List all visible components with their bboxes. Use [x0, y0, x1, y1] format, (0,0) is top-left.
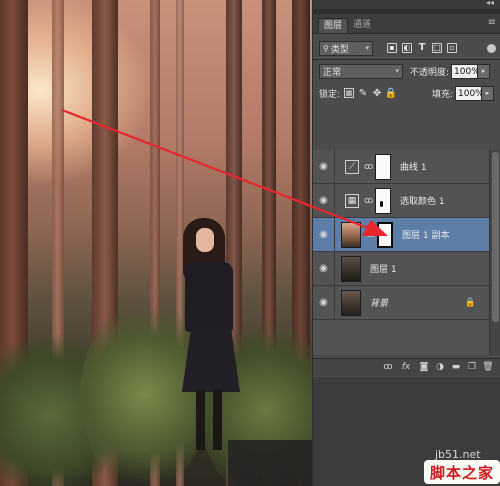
visibility-eye-icon[interactable]: ◉ — [313, 217, 335, 252]
new-layer-icon[interactable]: ❐ — [467, 363, 477, 373]
document-canvas[interactable] — [0, 0, 312, 486]
shape-filter-icon[interactable]: □ — [432, 43, 442, 53]
visibility-eye-icon[interactable]: ◉ — [313, 251, 335, 286]
annotation-arrow — [61, 108, 312, 208]
fill-input[interactable]: 100% — [455, 85, 484, 101]
lock-transparent-icon[interactable]: ▦ — [344, 88, 355, 98]
mask-link-icon[interactable]: ꝏ — [364, 196, 373, 206]
link-layers-icon[interactable]: ꝏ — [383, 363, 393, 373]
layer-row-layer1[interactable]: ◉ 图层 1 — [313, 251, 489, 286]
watermark-shadow — [228, 440, 312, 486]
lock-all-icon[interactable]: 🔒 — [385, 88, 397, 99]
filter-icon-group: ▪ ◐ T □ ▫ — [387, 43, 457, 53]
layer-row-layer1-copy[interactable]: ◉ ꝏ 图层 1 副本 — [313, 217, 489, 252]
collapse-panel-icon[interactable]: ◂◂ — [486, 0, 494, 7]
blend-mode-value: 正常 — [323, 67, 342, 78]
fx-icon[interactable]: fx — [399, 363, 413, 373]
new-group-icon[interactable]: ▬ — [451, 363, 461, 373]
layer-row-curves[interactable]: ◉ ⟋ ꝏ 曲线 1 — [313, 149, 489, 184]
mask-link-icon[interactable]: ꝏ — [364, 162, 373, 172]
layer-name: 选取颜色 1 — [400, 197, 445, 207]
layer-mask-thumbnail[interactable] — [375, 187, 391, 214]
filter-kind-dropdown[interactable]: ⚲ 类型 ▾ — [319, 40, 373, 56]
opacity-slider-toggle[interactable]: ▸ — [478, 63, 491, 79]
opacity-input[interactable]: 100% — [451, 63, 480, 79]
tab-layers[interactable]: 图层 — [318, 18, 349, 33]
layer-row-background[interactable]: ◉ 背景 🔒 — [313, 285, 489, 320]
watermark-logo: 脚本之家 — [424, 460, 500, 484]
mask-mark — [380, 200, 383, 207]
visibility-eye-icon[interactable]: ◉ — [313, 149, 335, 184]
mask-link-icon[interactable]: ꝏ — [366, 230, 375, 240]
scrollbar-thumb[interactable] — [492, 152, 499, 322]
layer-thumbnail[interactable] — [341, 255, 361, 282]
pixel-filter-icon[interactable]: ▪ — [387, 43, 397, 53]
fill-slider-toggle[interactable]: ▸ — [482, 85, 494, 101]
layer-thumbnail[interactable] — [341, 289, 361, 316]
visibility-eye-icon[interactable]: ◉ — [313, 183, 335, 218]
lock-row: 锁定: ▦ ✎ ✥ 🔒 填充: 100% ▸ — [313, 82, 500, 104]
tab-channels[interactable]: 通道 — [348, 18, 376, 33]
layers-panel: ◂◂ 图层 通道 ≡ ⚲ 类型 ▾ ▪ ◐ T □ ▫ 正常 ▾ 不透明度: 1… — [312, 0, 500, 486]
filter-kind-label: 类型 — [330, 44, 349, 55]
lock-image-icon[interactable]: ✎ — [358, 88, 368, 99]
visibility-eye-icon[interactable]: ◉ — [313, 285, 335, 320]
layers-scrollbar[interactable] — [489, 150, 500, 355]
padlock-icon: 🔒 — [464, 297, 476, 308]
opacity-label: 不透明度: — [410, 67, 450, 78]
layers-bottom-toolbar: ꝏ fx ◙ ◑ ▬ ❐ 🗑 — [313, 358, 500, 376]
panel-title-bar: ◂◂ — [313, 0, 500, 9]
chevron-down-icon: ▾ — [365, 44, 369, 52]
filter-toggle-icon[interactable] — [487, 43, 496, 53]
search-icon: ⚲ — [323, 43, 329, 53]
panel-menu-icon[interactable]: ≡ — [488, 17, 496, 28]
lock-position-icon[interactable]: ✥ — [372, 88, 382, 99]
chevron-down-icon: ▾ — [395, 67, 399, 75]
selective-color-adjustment-icon: ▦ — [345, 193, 359, 208]
layer-filter-row: ⚲ 类型 ▾ ▪ ◐ T □ ▫ — [313, 37, 500, 59]
layer-name: 图层 1 副本 — [402, 231, 450, 241]
type-filter-icon[interactable]: T — [417, 43, 427, 53]
layer-name: 图层 1 — [370, 265, 397, 275]
layer-mask-thumbnail[interactable] — [375, 153, 391, 180]
new-adjustment-icon[interactable]: ◑ — [435, 363, 445, 373]
arrow-shaft — [61, 108, 312, 208]
layers-list: ◉ ⟋ ꝏ 曲线 1 ◉ ▦ ꝏ 选取颜色 1 ◉ ꝏ 图层 1 副本 ◉ 图层… — [313, 149, 489, 355]
panel-tab-strip: 图层 通道 ≡ — [313, 14, 500, 34]
blend-row: 正常 ▾ 不透明度: 100% ▸ — [313, 60, 500, 82]
layer-thumbnail[interactable] — [341, 221, 361, 248]
layer-mask-thumbnail[interactable] — [377, 221, 393, 248]
layer-row-selective-color[interactable]: ◉ ▦ ꝏ 选取颜色 1 — [313, 183, 489, 218]
lock-label: 锁定: — [319, 89, 341, 100]
adjustment-filter-icon[interactable]: ◐ — [402, 43, 412, 53]
blend-mode-dropdown[interactable]: 正常 ▾ — [319, 63, 403, 79]
layer-name: 背景 — [370, 299, 389, 309]
layer-name: 曲线 1 — [400, 163, 427, 173]
delete-layer-icon[interactable]: 🗑 — [482, 363, 493, 373]
fill-label: 填充: — [431, 89, 453, 100]
curves-adjustment-icon: ⟋ — [345, 159, 359, 174]
add-mask-icon[interactable]: ◙ — [419, 363, 429, 373]
smartobject-filter-icon[interactable]: ▫ — [447, 43, 457, 53]
